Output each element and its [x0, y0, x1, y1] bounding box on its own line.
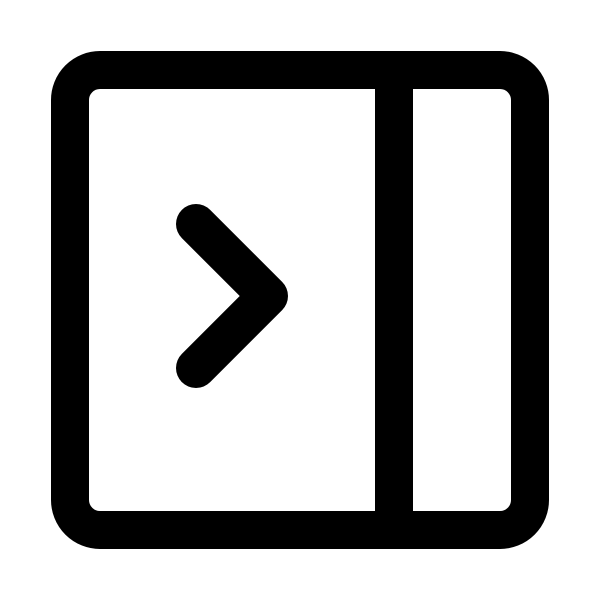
sidebar-right-expand-icon[interactable] — [0, 0, 600, 600]
icon-canvas — [0, 0, 600, 600]
chevron-right-icon — [176, 204, 288, 388]
panel-frame — [51, 51, 549, 549]
